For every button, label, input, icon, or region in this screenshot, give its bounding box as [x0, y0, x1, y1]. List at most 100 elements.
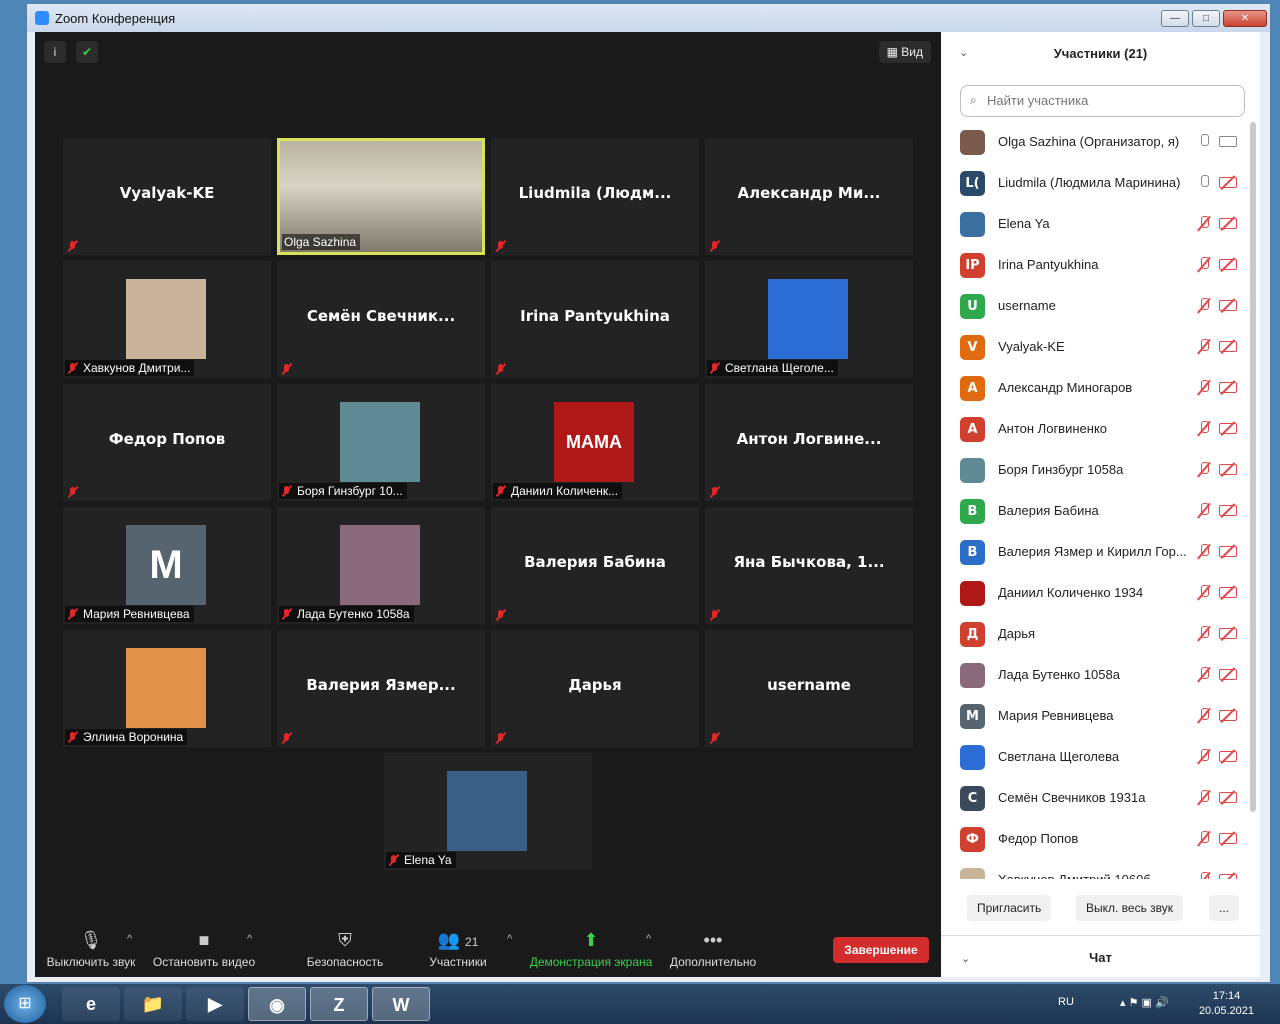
- muted-mic-icon[interactable]: [1197, 626, 1211, 642]
- participant-row[interactable]: IP Irina Pantyukhina: [941, 245, 1246, 286]
- view-button[interactable]: ▦ Вид: [878, 41, 931, 63]
- participants-options-caret-icon[interactable]: ^: [507, 933, 512, 945]
- restore-button[interactable]: □: [1192, 10, 1220, 27]
- participant-tile[interactable]: Эллина Воронина: [63, 630, 271, 747]
- participant-tile[interactable]: Александр Ми...: [705, 138, 913, 255]
- microphone-icon[interactable]: [1197, 175, 1211, 191]
- muted-mic-icon[interactable]: [1197, 216, 1211, 232]
- media-player-icon[interactable]: ▶: [186, 987, 244, 1021]
- word-icon[interactable]: W: [372, 987, 430, 1021]
- participant-row[interactable]: Olga Sazhina (Организатор, я): [941, 122, 1246, 163]
- participant-tile[interactable]: Хавкунов Дмитри...: [63, 261, 271, 378]
- participant-tile[interactable]: Irina Pantyukhina: [491, 261, 699, 378]
- participant-row[interactable]: С Семён Свечников 1931а: [941, 778, 1246, 819]
- muted-mic-icon[interactable]: [1197, 503, 1211, 519]
- end-meeting-button[interactable]: Завершение: [833, 937, 929, 963]
- participant-tile[interactable]: Яна Бычкова, 1...: [705, 507, 913, 624]
- muted-mic-icon[interactable]: [1197, 872, 1211, 879]
- participant-tile[interactable]: Vyalyak-KE: [63, 138, 271, 255]
- clock[interactable]: 17:14 20.05.2021: [1199, 989, 1254, 1019]
- participant-tile[interactable]: Федор Попов: [63, 384, 271, 501]
- participant-row[interactable]: Хавкунов Дмитрий 1060б: [941, 860, 1246, 879]
- language-indicator[interactable]: RU: [1058, 996, 1074, 1008]
- video-camera-icon[interactable]: [1219, 136, 1237, 147]
- more-button[interactable]: ••• Дополнительно: [667, 919, 759, 969]
- video-off-icon[interactable]: [1219, 300, 1237, 311]
- participant-tile[interactable]: Валерия Бабина: [491, 507, 699, 624]
- participant-list-scrollbar[interactable]: [1250, 122, 1256, 812]
- muted-mic-icon[interactable]: [1197, 339, 1211, 355]
- title-bar[interactable]: Zoom Конференция — □ ✕: [27, 4, 1270, 32]
- participant-tile[interactable]: Светлана Щеголе...: [705, 261, 913, 378]
- participant-tile[interactable]: M Мария Ревнивцева: [63, 507, 271, 624]
- participant-tile[interactable]: Elena Ya: [384, 753, 592, 870]
- mute-button[interactable]: 🎙 Выключить звук: [41, 919, 141, 969]
- participant-row[interactable]: V Vyalyak-KE: [941, 327, 1246, 368]
- video-off-icon[interactable]: [1219, 177, 1237, 188]
- muted-mic-icon[interactable]: [1197, 831, 1211, 847]
- share-screen-button[interactable]: ⬆ Демонстрация экрана: [529, 919, 653, 969]
- muted-mic-icon[interactable]: [1197, 749, 1211, 765]
- close-button[interactable]: ✕: [1223, 10, 1267, 27]
- chat-section-header[interactable]: ⌄ Чат: [941, 935, 1260, 977]
- invite-button[interactable]: Пригласить: [967, 895, 1052, 921]
- participant-tile[interactable]: МАМА Даниил Количенк...: [491, 384, 699, 501]
- participant-row[interactable]: Uusername: [941, 286, 1246, 327]
- participant-row[interactable]: M Мария Ревнивцева: [941, 696, 1246, 737]
- video-off-icon[interactable]: [1219, 546, 1237, 557]
- participant-tile[interactable]: Olga Sazhina: [277, 138, 485, 255]
- participant-tile[interactable]: Валерия Язмер...: [277, 630, 485, 747]
- video-off-icon[interactable]: [1219, 792, 1237, 803]
- participant-row[interactable]: А Антон Логвиненко: [941, 409, 1246, 450]
- participant-row[interactable]: В Валерия Бабина: [941, 491, 1246, 532]
- video-off-icon[interactable]: [1219, 669, 1237, 680]
- muted-mic-icon[interactable]: [1197, 585, 1211, 601]
- encryption-shield-icon[interactable]: ✔: [76, 41, 98, 63]
- participants-button[interactable]: 👥 21 Участники: [423, 919, 493, 969]
- video-off-icon[interactable]: [1219, 341, 1237, 352]
- participant-row[interactable]: В Валерия Язмер и Кирилл Гор...: [941, 532, 1246, 573]
- minimize-button[interactable]: —: [1161, 10, 1189, 27]
- participant-row[interactable]: Elena Ya: [941, 204, 1246, 245]
- participant-row[interactable]: Боря Гинзбург 1058а: [941, 450, 1246, 491]
- participant-row[interactable]: L(Liudmila (Людмила Маринина): [941, 163, 1246, 204]
- participant-row[interactable]: Даниил Количенко 1934: [941, 573, 1246, 614]
- muted-mic-icon[interactable]: [1197, 708, 1211, 724]
- microphone-icon[interactable]: [1197, 134, 1211, 150]
- participant-row[interactable]: Светлана Щеголева: [941, 737, 1246, 778]
- video-off-icon[interactable]: [1219, 833, 1237, 844]
- muted-mic-icon[interactable]: [1197, 380, 1211, 396]
- video-off-icon[interactable]: [1219, 874, 1237, 879]
- muted-mic-icon[interactable]: [1197, 421, 1211, 437]
- participant-tile[interactable]: Антон Логвине...: [705, 384, 913, 501]
- security-button[interactable]: ⛨ Безопасность: [303, 919, 387, 969]
- muted-mic-icon[interactable]: [1197, 790, 1211, 806]
- participant-tile[interactable]: Лада Бутенко 1058а: [277, 507, 485, 624]
- muted-mic-icon[interactable]: [1197, 544, 1211, 560]
- stop-video-button[interactable]: ■ Остановить видео: [151, 919, 257, 969]
- video-off-icon[interactable]: [1219, 710, 1237, 721]
- participant-search-input[interactable]: Найти участника: [960, 85, 1245, 117]
- ie-icon[interactable]: e: [62, 987, 120, 1021]
- video-off-icon[interactable]: [1219, 423, 1237, 434]
- video-off-icon[interactable]: [1219, 218, 1237, 229]
- tray-icons[interactable]: ▴ ⚑ ▣ 🔊: [1120, 996, 1169, 1009]
- info-icon[interactable]: i: [44, 41, 66, 63]
- participant-tile[interactable]: Liudmila (Людм...: [491, 138, 699, 255]
- zoom-icon[interactable]: Z: [310, 987, 368, 1021]
- explorer-icon[interactable]: 📁: [124, 987, 182, 1021]
- video-off-icon[interactable]: [1219, 382, 1237, 393]
- video-off-icon[interactable]: [1219, 751, 1237, 762]
- chrome-icon[interactable]: ◉: [248, 987, 306, 1021]
- participant-tile[interactable]: Дарья: [491, 630, 699, 747]
- participant-tile[interactable]: Боря Гинзбург 10...: [277, 384, 485, 501]
- audio-options-caret-icon[interactable]: ^: [127, 933, 132, 945]
- muted-mic-icon[interactable]: [1197, 298, 1211, 314]
- muted-mic-icon[interactable]: [1197, 667, 1211, 683]
- video-off-icon[interactable]: [1219, 505, 1237, 516]
- panel-more-button[interactable]: ...: [1209, 895, 1240, 921]
- video-off-icon[interactable]: [1219, 464, 1237, 475]
- mute-all-button[interactable]: Выкл. весь звук: [1076, 895, 1184, 921]
- participant-row[interactable]: А Александр Миногаров: [941, 368, 1246, 409]
- participant-row[interactable]: Ф Федор Попов: [941, 819, 1246, 860]
